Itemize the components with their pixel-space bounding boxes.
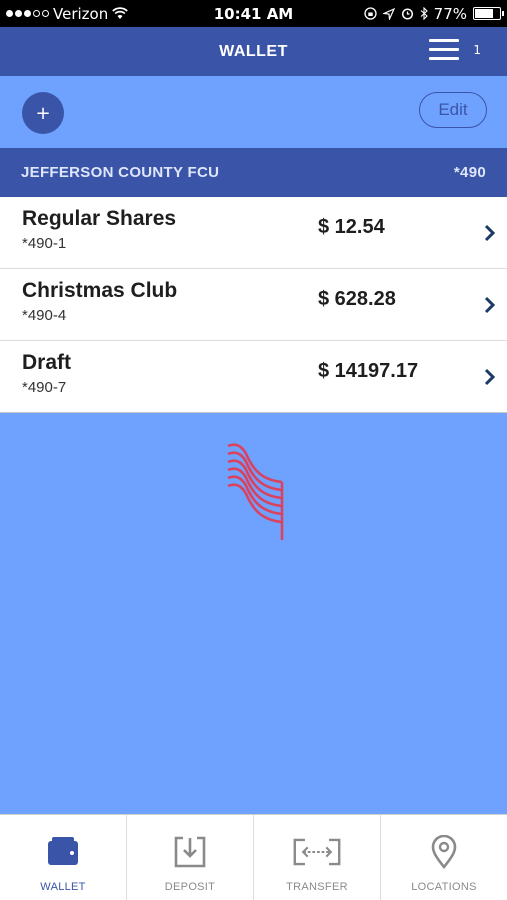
add-account-button[interactable]: +: [22, 92, 64, 134]
wallet-icon: [48, 837, 78, 865]
account-balance: $ 628.28: [318, 288, 396, 310]
tab-deposit[interactable]: DEPOSIT: [127, 815, 254, 900]
bluetooth-icon: [420, 7, 428, 20]
lock-rotation-icon: [364, 7, 377, 20]
wallet-toolbar: + Edit: [0, 76, 507, 148]
battery-icon: [473, 7, 504, 20]
deposit-icon: [174, 836, 206, 868]
chevron-right-icon: [484, 368, 496, 386]
chevron-right-icon: [484, 296, 496, 314]
hamburger-icon: [429, 39, 460, 60]
page-title: WALLET: [219, 42, 288, 60]
status-bar: Verizon 10:41 AM 77%: [0, 0, 507, 27]
account-number: *490-4: [22, 307, 67, 324]
edit-button[interactable]: Edit: [419, 92, 487, 128]
tab-label: DEPOSIT: [164, 881, 216, 893]
status-right: 77%: [331, 4, 504, 23]
battery-percent: 77%: [433, 4, 467, 23]
institution-header: JEFFERSON COUNTY FCU *490: [0, 148, 507, 197]
account-name: Draft: [22, 351, 72, 374]
tab-wallet[interactable]: WALLET: [0, 815, 127, 900]
account-row-christmas-club[interactable]: Christmas Club *490-4 $ 628.28: [0, 269, 507, 341]
wifi-icon: [112, 7, 129, 19]
tab-label: TRANSFER: [286, 881, 348, 893]
alarm-icon: [401, 8, 413, 20]
bottom-tab-bar: WALLET DEPOSIT TRANSFER LOCATIONS: [0, 814, 507, 900]
account-balance: $ 12.54: [318, 216, 385, 238]
carrier-label: Verizon: [53, 4, 109, 23]
location-pin-icon: [431, 835, 457, 869]
account-number: *490-1: [22, 235, 67, 252]
tab-label: LOCATIONS: [411, 881, 477, 893]
institution-name: JEFFERSON COUNTY FCU: [21, 164, 220, 181]
account-list: Regular Shares *490-1 $ 12.54 Christmas …: [0, 197, 507, 413]
menu-badge: 1: [473, 42, 481, 57]
status-left: Verizon: [6, 5, 176, 23]
menu-button[interactable]: 1: [429, 39, 481, 60]
app-header: WALLET 1: [0, 27, 507, 76]
location-icon: [382, 7, 395, 20]
signal-dots-icon: [6, 10, 49, 17]
account-row-regular-shares[interactable]: Regular Shares *490-1 $ 12.54: [0, 197, 507, 269]
transfer-icon: [293, 838, 341, 866]
tab-transfer[interactable]: TRANSFER: [254, 815, 381, 900]
status-time: 10:41 AM: [213, 4, 294, 23]
account-name: Christmas Club: [22, 279, 178, 302]
account-balance: $ 14197.17: [318, 360, 419, 382]
tab-locations[interactable]: LOCATIONS: [381, 815, 507, 900]
chevron-right-icon: [484, 224, 496, 242]
loading-spinner-icon: [227, 443, 284, 540]
account-row-draft[interactable]: Draft *490-7 $ 14197.17: [0, 341, 507, 413]
institution-account-suffix: *490: [453, 164, 486, 181]
account-number: *490-7: [22, 379, 67, 396]
tab-label: WALLET: [40, 881, 86, 893]
account-name: Regular Shares: [22, 207, 177, 230]
